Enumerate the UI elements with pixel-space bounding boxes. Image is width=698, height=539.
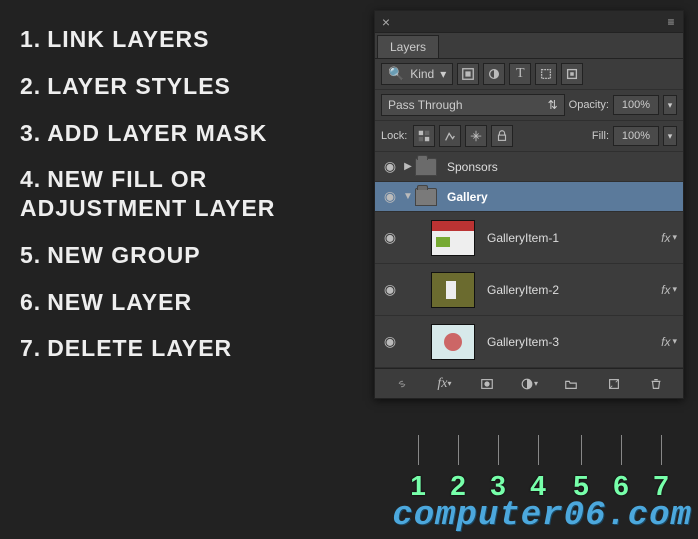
delete-layer-button[interactable] (643, 373, 669, 395)
disclosure-triangle-icon[interactable]: ▼ (401, 191, 415, 202)
legend-item: 1.LINK LAYERS (20, 25, 350, 54)
legend-num: 5. (20, 242, 41, 268)
legend-item: 6.NEW LAYER (20, 288, 350, 317)
layer-styles-button[interactable]: fx▾ (431, 373, 457, 395)
close-icon[interactable]: × (375, 14, 397, 30)
layer-group-name: Gallery (447, 190, 679, 204)
callout-line (661, 435, 662, 465)
legend-item: 5.NEW GROUP (20, 241, 350, 270)
fill-chevron-icon[interactable]: ▾ (663, 126, 677, 146)
legend-num: 2. (20, 73, 41, 99)
folder-open-icon (415, 188, 437, 206)
legend-num: 6. (20, 289, 41, 315)
filter-smartobject-icon[interactable] (561, 63, 583, 85)
fx-badge[interactable]: fx (661, 231, 670, 245)
chevron-down-icon: ▾ (440, 67, 446, 81)
legend-label: DELETE LAYER (47, 335, 232, 361)
link-layers-button[interactable] (389, 373, 415, 395)
filter-adjustment-icon[interactable] (483, 63, 505, 85)
layer-item[interactable]: ◉ GalleryItem-2 fx ▾ (375, 264, 683, 316)
legend-num: 4. (20, 166, 41, 192)
watermark: computer06.com (392, 497, 692, 535)
lock-position-icon[interactable] (465, 125, 487, 147)
legend-label: LINK LAYERS (47, 26, 209, 52)
callout-line (621, 435, 622, 465)
layer-thumbnail (431, 272, 475, 308)
filter-row: 🔍 Kind ▾ T (375, 59, 683, 90)
lock-image-icon[interactable] (439, 125, 461, 147)
fx-chevron-icon[interactable]: ▾ (672, 284, 677, 295)
layer-item[interactable]: ◉ GalleryItem-1 fx ▾ (375, 212, 683, 264)
lock-label: Lock: (381, 130, 407, 142)
layer-list: ◉ ▶ Sponsors ◉ ▼ Gallery ◉ GalleryItem-1… (375, 152, 683, 368)
visibility-toggle-icon[interactable]: ◉ (379, 281, 401, 298)
visibility-toggle-icon[interactable]: ◉ (379, 229, 401, 246)
layer-item-name: GalleryItem-1 (487, 231, 661, 245)
tab-layers[interactable]: Layers (377, 35, 439, 58)
opacity-chevron-icon[interactable]: ▾ (663, 95, 677, 115)
folder-icon (415, 158, 437, 176)
blend-mode-dropdown[interactable]: Pass Through ⇅ (381, 94, 565, 116)
callout-line (581, 435, 582, 465)
legend-num: 7. (20, 335, 41, 361)
panel-tabs: Layers (375, 33, 683, 59)
search-icon: 🔍 (388, 66, 404, 82)
legend-num: 3. (20, 120, 41, 146)
lock-transparent-icon[interactable] (413, 125, 435, 147)
add-layer-mask-button[interactable] (474, 373, 500, 395)
disclosure-triangle-icon[interactable]: ▶ (401, 161, 415, 172)
legend-list: 1.LINK LAYERS 2.LAYER STYLES 3.ADD LAYER… (20, 25, 350, 381)
legend-label: ADD LAYER MASK (47, 120, 267, 146)
legend-item: 2.LAYER STYLES (20, 72, 350, 101)
layer-group-gallery[interactable]: ◉ ▼ Gallery (375, 182, 683, 212)
opacity-input[interactable]: 100% (613, 95, 659, 115)
legend-label: NEW GROUP (47, 242, 200, 268)
filter-pixel-icon[interactable] (457, 63, 479, 85)
visibility-toggle-icon[interactable]: ◉ (379, 188, 401, 205)
panel-menu-icon[interactable]: ≡ (659, 15, 683, 29)
fx-chevron-icon[interactable]: ▾ (672, 336, 677, 347)
layer-item-name: GalleryItem-3 (487, 335, 661, 349)
layer-group-sponsors[interactable]: ◉ ▶ Sponsors (375, 152, 683, 182)
visibility-toggle-icon[interactable]: ◉ (379, 333, 401, 350)
chevron-updown-icon: ⇅ (548, 98, 558, 112)
new-layer-button[interactable] (601, 373, 627, 395)
filter-kind-dropdown[interactable]: 🔍 Kind ▾ (381, 63, 453, 85)
legend-num: 1. (20, 26, 41, 52)
legend-label: NEW FILL OR ADJUSTMENT LAYER (20, 166, 275, 221)
callout-line (538, 435, 539, 465)
lock-row: Lock: Fill: 100% ▾ (375, 121, 683, 152)
layer-group-name: Sponsors (447, 160, 679, 174)
legend-label: LAYER STYLES (47, 73, 231, 99)
opacity-label: Opacity: (569, 99, 609, 111)
callout-line (498, 435, 499, 465)
callout-line (458, 435, 459, 465)
fill-input[interactable]: 100% (613, 126, 659, 146)
lock-all-icon[interactable] (491, 125, 513, 147)
blend-mode-value: Pass Through (388, 98, 463, 112)
filter-shape-icon[interactable] (535, 63, 557, 85)
layers-panel: × ≡ Layers 🔍 Kind ▾ T Pass Through ⇅ Opa… (374, 10, 684, 399)
filter-kind-value: Kind (410, 67, 434, 81)
new-group-button[interactable] (558, 373, 584, 395)
layer-thumbnail (431, 220, 475, 256)
fx-chevron-icon[interactable]: ▾ (672, 232, 677, 243)
fill-label: Fill: (592, 130, 609, 142)
legend-label: NEW LAYER (47, 289, 192, 315)
new-adjustment-layer-button[interactable]: ▾ (516, 373, 542, 395)
callout-line (418, 435, 419, 465)
layer-item-name: GalleryItem-2 (487, 283, 661, 297)
legend-item: 7.DELETE LAYER (20, 334, 350, 363)
layer-item[interactable]: ◉ GalleryItem-3 fx ▾ (375, 316, 683, 368)
layer-thumbnail (431, 324, 475, 360)
blend-row: Pass Through ⇅ Opacity: 100% ▾ (375, 90, 683, 121)
filter-type-icon[interactable]: T (509, 63, 531, 85)
legend-item: 3.ADD LAYER MASK (20, 119, 350, 148)
visibility-toggle-icon[interactable]: ◉ (379, 158, 401, 175)
action-bar: fx▾ ▾ (375, 368, 683, 398)
panel-header: × ≡ (375, 11, 683, 33)
fx-badge[interactable]: fx (661, 283, 670, 297)
fx-badge[interactable]: fx (661, 335, 670, 349)
legend-item: 4.NEW FILL OR ADJUSTMENT LAYER (20, 165, 350, 223)
